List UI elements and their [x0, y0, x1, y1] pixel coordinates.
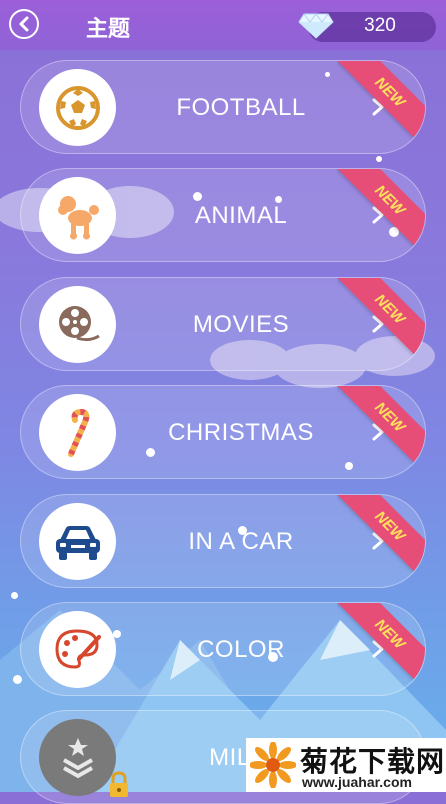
category-label: IN A CAR	[188, 528, 294, 555]
new-ribbon: NEW	[337, 495, 425, 583]
category-label: FOOTBALL	[176, 94, 306, 121]
icon-circle	[39, 394, 116, 471]
new-ribbon: NEW	[337, 386, 425, 474]
lock-icon	[110, 771, 128, 797]
icon-circle	[39, 69, 116, 146]
snowflake	[376, 156, 382, 162]
category-football[interactable]: FOOTBALL NEW	[20, 60, 426, 154]
back-button[interactable]	[9, 9, 39, 39]
snowflake	[13, 675, 22, 684]
category-label: ANIMAL	[194, 202, 288, 229]
candy-cane-icon	[67, 408, 89, 457]
poodle-icon	[57, 195, 99, 239]
icon-circle	[39, 719, 116, 796]
car-icon	[55, 525, 100, 560]
chevron-left-icon	[19, 16, 29, 32]
film-reel-icon	[58, 305, 100, 341]
palette-icon	[54, 628, 101, 669]
category-label: MOVIES	[192, 311, 290, 338]
new-badge: NEW	[337, 61, 425, 149]
icon-circle	[39, 177, 116, 254]
new-ribbon: NEW	[337, 169, 425, 257]
new-ribbon: NEW	[337, 278, 425, 366]
new-ribbon: NEW	[337, 61, 425, 149]
new-badge: NEW	[337, 169, 425, 257]
icon-circle	[39, 503, 116, 580]
diamond-icon	[298, 13, 334, 39]
category-christmas[interactable]: CHRISTMAS NEW	[20, 385, 426, 479]
snowflake	[11, 592, 18, 599]
football-icon	[55, 85, 100, 130]
new-badge: NEW	[337, 278, 425, 366]
site-watermark: 菊花下载网 www.juahar.com	[246, 738, 446, 792]
new-ribbon: NEW	[337, 603, 425, 691]
page-title: 主题	[86, 16, 131, 41]
category-label: COLOR	[197, 636, 285, 663]
chrysanthemum-logo	[250, 742, 296, 788]
category-movies[interactable]: MOVIES NEW	[20, 277, 426, 371]
category-animal[interactable]: ANIMAL NEW	[20, 168, 426, 262]
category-in-a-car[interactable]: IN A CAR NEW	[20, 494, 426, 588]
watermark-url: www.juahar.com	[302, 774, 412, 790]
new-badge: NEW	[337, 603, 425, 691]
new-badge: NEW	[337, 386, 425, 474]
top-bar: 主题 320	[0, 0, 446, 50]
gem-count: 320	[364, 15, 396, 36]
icon-circle	[39, 611, 116, 688]
military-rank-icon	[62, 737, 93, 778]
category-label: CHRISTMAS	[168, 419, 314, 446]
category-color[interactable]: COLOR NEW	[20, 602, 426, 696]
new-badge: NEW	[337, 495, 425, 583]
icon-circle	[39, 286, 116, 363]
